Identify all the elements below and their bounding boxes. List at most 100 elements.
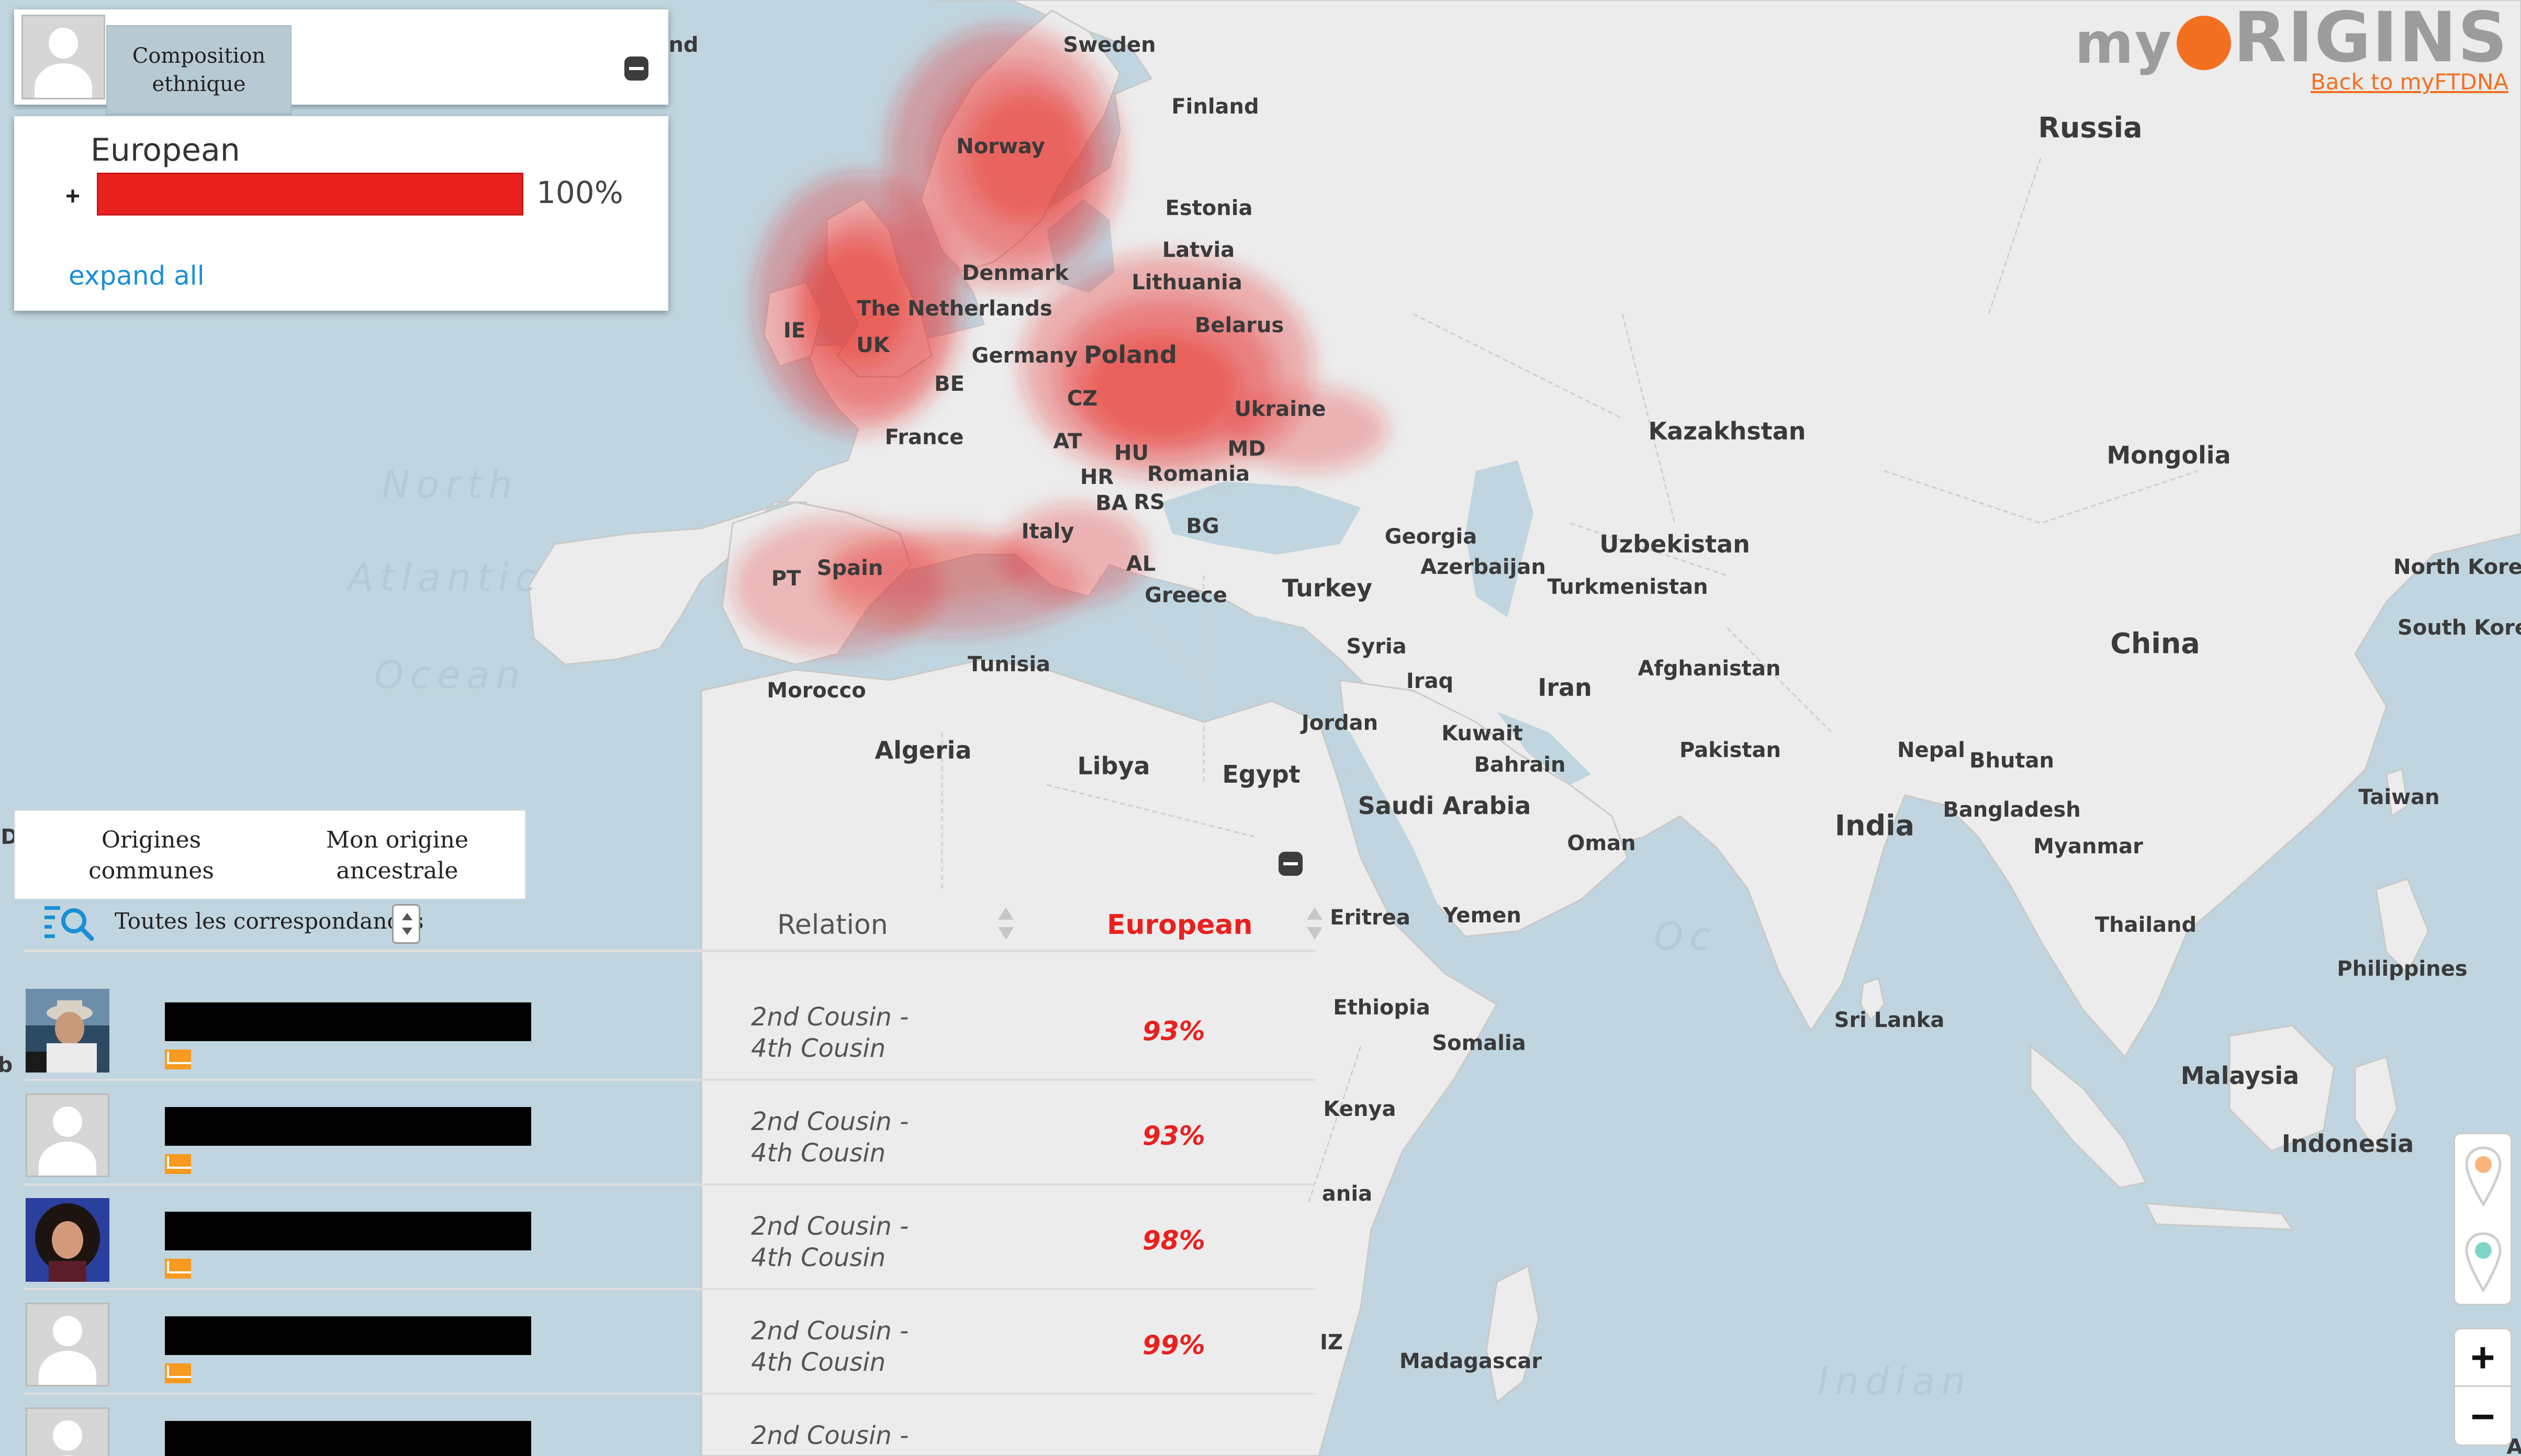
label-pakistan: Pakistan <box>1679 738 1781 762</box>
label-hu: HU <box>1114 441 1149 465</box>
mail-icon[interactable] <box>165 1049 191 1069</box>
label-al: AL <box>1126 552 1156 576</box>
match-row[interactable]: 2nd Cousin -4th Cousin 98% <box>24 1186 1315 1290</box>
tab-ethnic-composition[interactable]: Composition ethnique <box>106 25 292 115</box>
ethnic-collapse-button[interactable] <box>624 57 648 81</box>
label-estonia: Estonia <box>1165 196 1253 220</box>
match-filter-select[interactable]: Toutes les correspondances <box>115 908 423 934</box>
label-kuwait: Kuwait <box>1441 721 1523 746</box>
ethnic-composition-panel: European + 100% expand all <box>14 116 668 311</box>
label-italy: Italy <box>1021 520 1074 544</box>
match-row[interactable]: 2nd Cousin -4th Cousin 93% <box>24 976 1315 1081</box>
label-ba: BA <box>1095 491 1128 515</box>
label-saudi: Saudi Arabia <box>1358 792 1531 820</box>
zoom-in-button[interactable]: + <box>2455 1329 2511 1387</box>
match-row[interactable]: 2nd Cousin -4th Cousin 93% <box>24 1081 1315 1186</box>
label-poland: Poland <box>1084 341 1177 369</box>
match-european-percent: 93% <box>1142 1121 1205 1151</box>
ocean-ocean: Ocean <box>374 653 526 697</box>
label-morocco: Morocco <box>767 679 866 703</box>
match-relation: 2nd Cousin -4th Cousin <box>751 1212 909 1272</box>
expand-population-icon[interactable]: + <box>65 182 80 211</box>
zoom-out-button[interactable]: − <box>2455 1388 2511 1444</box>
match-avatar-placeholder[interactable] <box>26 1303 109 1386</box>
ocean-indian: Indian <box>1817 1359 1972 1403</box>
match-photo[interactable] <box>26 1198 109 1282</box>
label-spain: Spain <box>816 556 883 580</box>
orange-marker-icon[interactable] <box>2464 1146 2502 1209</box>
label-georgia: Georgia <box>1384 525 1477 549</box>
matches-collapse-button[interactable] <box>1279 852 1303 876</box>
match-name-redacted[interactable] <box>165 1212 531 1250</box>
match-name-redacted[interactable] <box>165 1421 531 1456</box>
label-bg: BG <box>1186 514 1219 538</box>
filter-search-icon[interactable] <box>44 905 95 942</box>
label-hr: HR <box>1080 465 1114 489</box>
label-bangladesh: Bangladesh <box>1943 798 2081 822</box>
column-european[interactable]: European <box>1107 909 1253 941</box>
ocean-north: North <box>382 462 519 506</box>
match-relation: 2nd Cousin -4th Cousin <box>751 1002 909 1063</box>
match-photo[interactable] <box>26 989 109 1073</box>
label-thailand: Thailand <box>2094 913 2197 937</box>
match-avatar-placeholder[interactable] <box>26 1407 109 1456</box>
tab-ancestral-origin[interactable]: Mon origine ancestrale <box>277 811 518 900</box>
label-iceland-frag: nd <box>668 33 699 57</box>
match-filter-arrows-icon[interactable] <box>392 904 420 944</box>
mail-icon[interactable] <box>165 1154 191 1174</box>
match-name-redacted[interactable] <box>165 1107 531 1146</box>
match-avatar-placeholder[interactable] <box>26 1093 109 1177</box>
matches-table-header: Toutes les correspondances Relation Euro… <box>24 894 1323 952</box>
label-egypt: Egypt <box>1222 760 1301 788</box>
ethnic-composition-header: Composition ethnique <box>14 9 668 115</box>
label-azerbaijan: Azerbaijan <box>1420 555 1546 579</box>
label-denmark: Denmark <box>962 261 1069 285</box>
label-turkmenistan: Turkmenistan <box>1547 575 1708 599</box>
match-european-percent: 98% <box>1142 1225 1205 1256</box>
marker-toggle-box <box>2453 1133 2512 1305</box>
teal-marker-icon[interactable] <box>2464 1232 2502 1294</box>
label-finland: Finland <box>1171 95 1259 119</box>
match-row[interactable]: 2nd Cousin -4th Cousin 99% <box>24 1290 1315 1395</box>
label-ie: IE <box>783 319 806 343</box>
label-uk: UK <box>856 333 890 357</box>
zoom-control: + − <box>2453 1328 2512 1446</box>
logo-orange-dot-icon <box>2177 16 2232 70</box>
label-madagascar: Madagascar <box>1399 1349 1542 1373</box>
tab-shared-origins[interactable]: Origines communes <box>36 811 266 900</box>
label-nkorea: North Korea <box>2393 555 2521 579</box>
label-uzbekistan: Uzbekistan <box>1599 530 1750 558</box>
label-kazakhstan: Kazakhstan <box>1648 417 1806 445</box>
label-mongolia: Mongolia <box>2107 441 2231 469</box>
label-afghanistan: Afghanistan <box>1638 657 1781 681</box>
label-at: AT <box>1053 430 1082 454</box>
label-rs: RS <box>1134 490 1165 514</box>
label-eritrea: Eritrea <box>1330 906 1410 930</box>
label-nepal: Nepal <box>1897 738 1965 762</box>
matches-tabs: Origines communes Mon origine ancestrale <box>14 810 526 899</box>
label-iraq: Iraq <box>1406 669 1454 693</box>
expand-all-link[interactable]: expand all <box>69 261 205 291</box>
sort-relation-icon[interactable] <box>997 905 1015 942</box>
sort-european-icon[interactable] <box>1306 905 1324 942</box>
match-relation: 2nd Cousin -4th Cousin <box>751 1316 909 1377</box>
column-relation[interactable]: Relation <box>777 909 888 941</box>
match-name-redacted[interactable] <box>165 1316 531 1355</box>
mail-icon[interactable] <box>165 1363 191 1383</box>
population-bar[interactable] <box>97 173 523 216</box>
match-row[interactable]: 2nd Cousin - <box>24 1395 1315 1456</box>
label-md: MD <box>1227 437 1266 461</box>
mail-icon[interactable] <box>165 1259 191 1279</box>
label-syria: Syria <box>1346 635 1407 659</box>
label-myanmar: Myanmar <box>2033 834 2143 859</box>
label-indonesia: Indonesia <box>2281 1130 2414 1158</box>
label-yemen: Yemen <box>1443 904 1521 928</box>
label-oman: Oman <box>1567 831 1636 855</box>
match-name-redacted[interactable] <box>165 1002 531 1041</box>
ocean-atlantic: Atlantic <box>348 556 542 600</box>
label-taiwan: Taiwan <box>2358 785 2440 809</box>
match-european-percent: 93% <box>1142 1016 1205 1046</box>
user-avatar <box>21 15 105 99</box>
label-be: BE <box>934 372 965 396</box>
label-kenya: Kenya <box>1323 1097 1396 1121</box>
